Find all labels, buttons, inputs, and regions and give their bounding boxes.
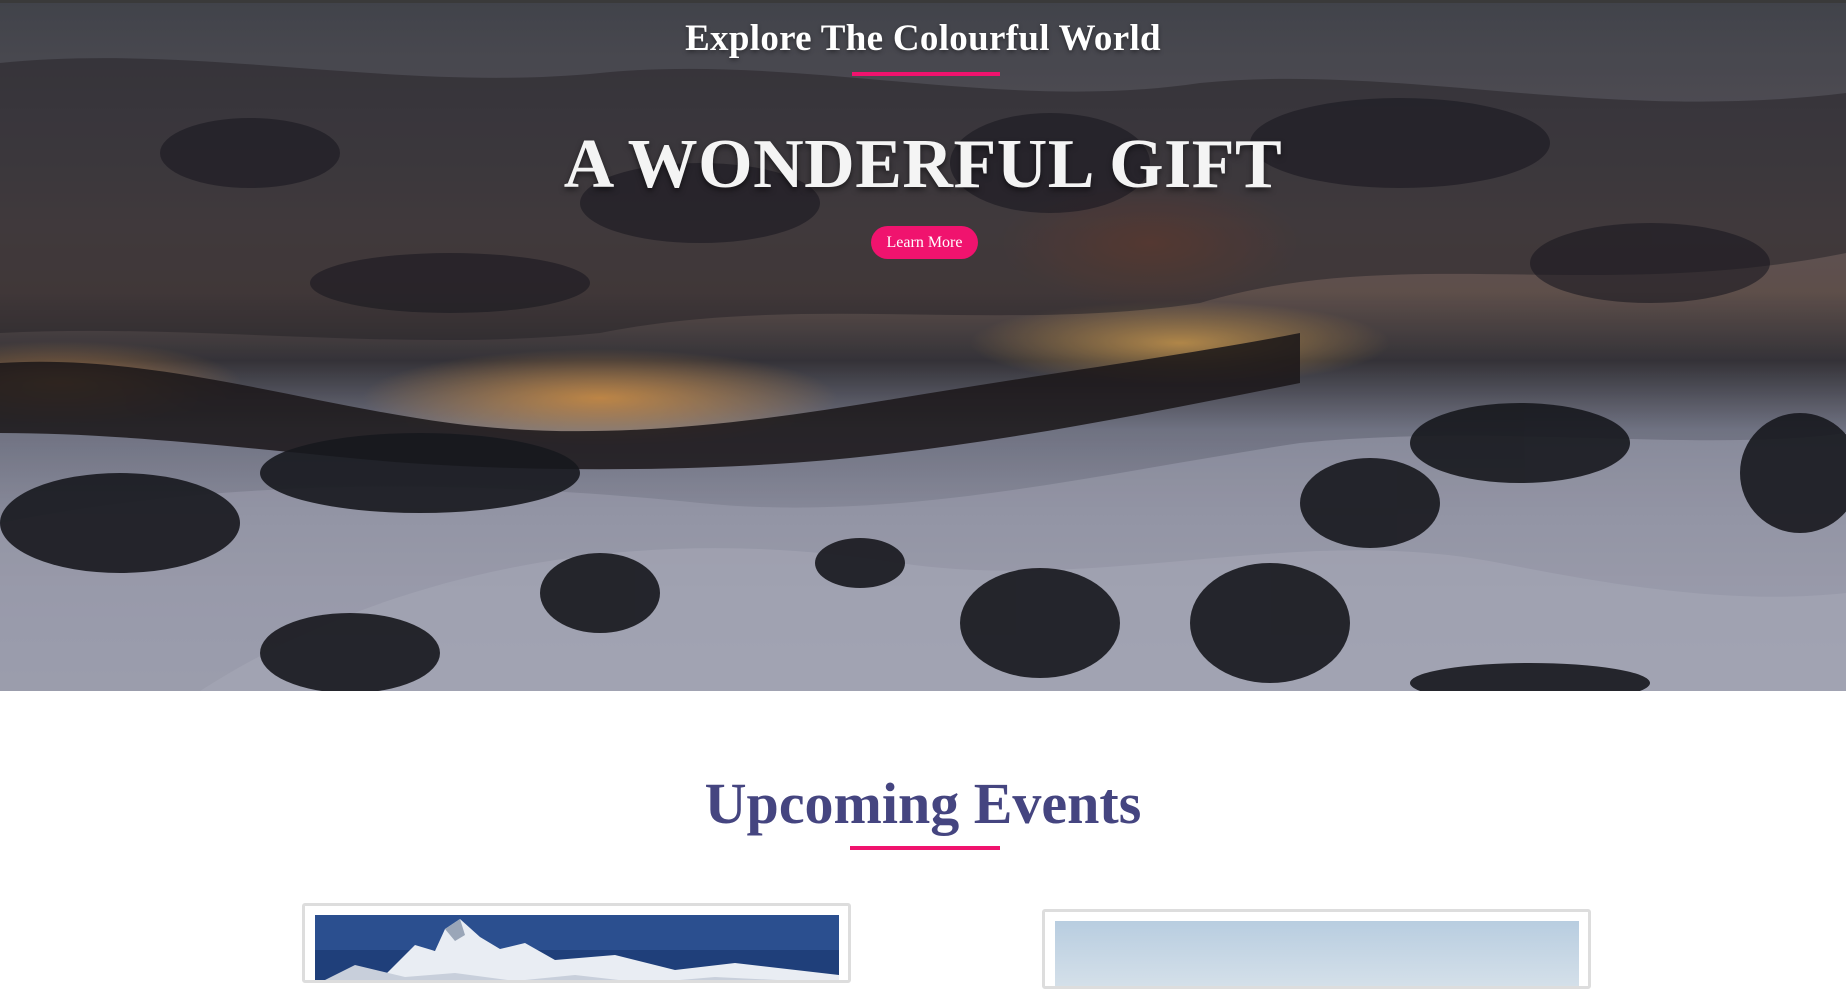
upcoming-events-underline: [850, 846, 1000, 850]
event-card[interactable]: [1042, 909, 1591, 989]
hero-banner: Explore The Colourful World A WONDERFUL …: [0, 3, 1846, 691]
hero-subtitle: Explore The Colourful World: [685, 18, 1161, 59]
hero-subtitle-underline: [852, 72, 1000, 76]
learn-more-button[interactable]: Learn More: [871, 226, 978, 259]
event-card-image: [1055, 921, 1579, 986]
hero-title: A WONDERFUL GIFT: [563, 126, 1283, 203]
upcoming-events-heading: Upcoming Events: [704, 771, 1142, 836]
event-card-image: [315, 915, 839, 980]
event-card[interactable]: [302, 903, 851, 983]
hero-overlay: [0, 3, 1846, 691]
